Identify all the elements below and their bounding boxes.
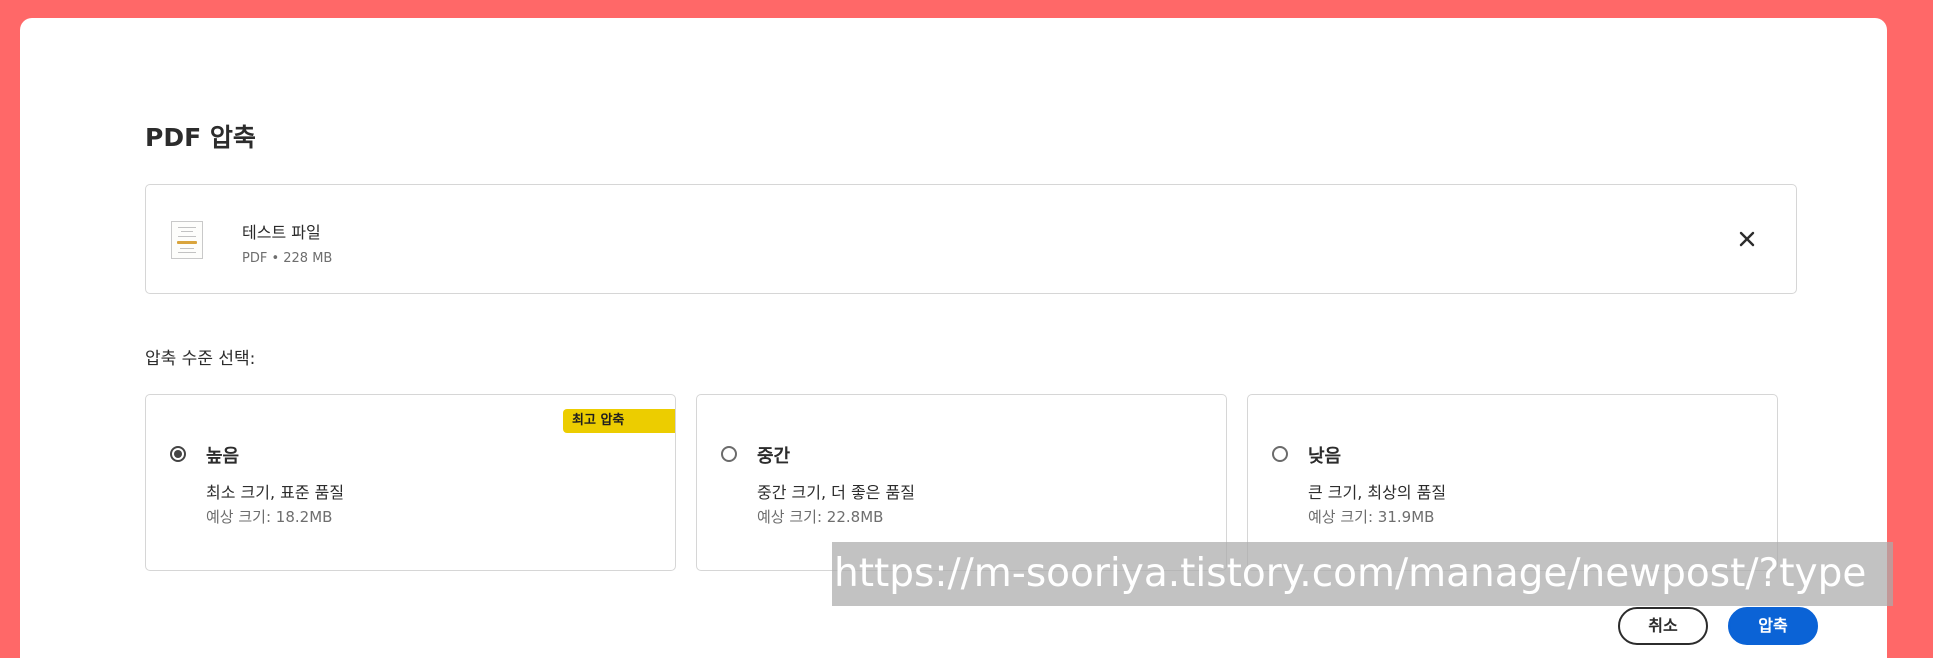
file-card: 테스트 파일 PDF • 228 MB bbox=[145, 184, 1797, 294]
file-name: 테스트 파일 bbox=[242, 223, 321, 242]
close-icon[interactable] bbox=[1733, 225, 1761, 253]
dialog-title: PDF 압축 bbox=[145, 123, 256, 152]
url-watermark: https://m-sooriya.tistory.com/manage/new… bbox=[832, 542, 1893, 606]
option-high[interactable]: 최고 압축 높음 최소 크기, 표준 품질 예상 크기: 18.2MB bbox=[145, 394, 676, 571]
file-meta: PDF • 228 MB bbox=[242, 251, 333, 266]
pdf-thumbnail-icon bbox=[171, 221, 203, 259]
option-estimate: 예상 크기: 18.2MB bbox=[206, 508, 333, 526]
compress-button[interactable]: 압축 bbox=[1728, 607, 1818, 645]
option-estimate: 예상 크기: 22.8MB bbox=[757, 508, 884, 526]
compression-level-label: 압축 수준 선택: bbox=[145, 349, 256, 369]
best-compression-badge: 최고 압축 bbox=[563, 409, 675, 433]
option-description: 큰 크기, 최상의 품질 bbox=[1308, 483, 1447, 502]
radio-low[interactable] bbox=[1272, 446, 1288, 462]
option-title: 높음 bbox=[206, 446, 240, 467]
option-title: 낮음 bbox=[1308, 446, 1342, 467]
option-description: 중간 크기, 더 좋은 품질 bbox=[757, 483, 915, 502]
option-description: 최소 크기, 표준 품질 bbox=[206, 483, 345, 502]
option-title: 중간 bbox=[757, 446, 791, 467]
option-estimate: 예상 크기: 31.9MB bbox=[1308, 508, 1435, 526]
cancel-button[interactable]: 취소 bbox=[1618, 607, 1708, 645]
radio-high[interactable] bbox=[170, 446, 186, 462]
radio-medium[interactable] bbox=[721, 446, 737, 462]
